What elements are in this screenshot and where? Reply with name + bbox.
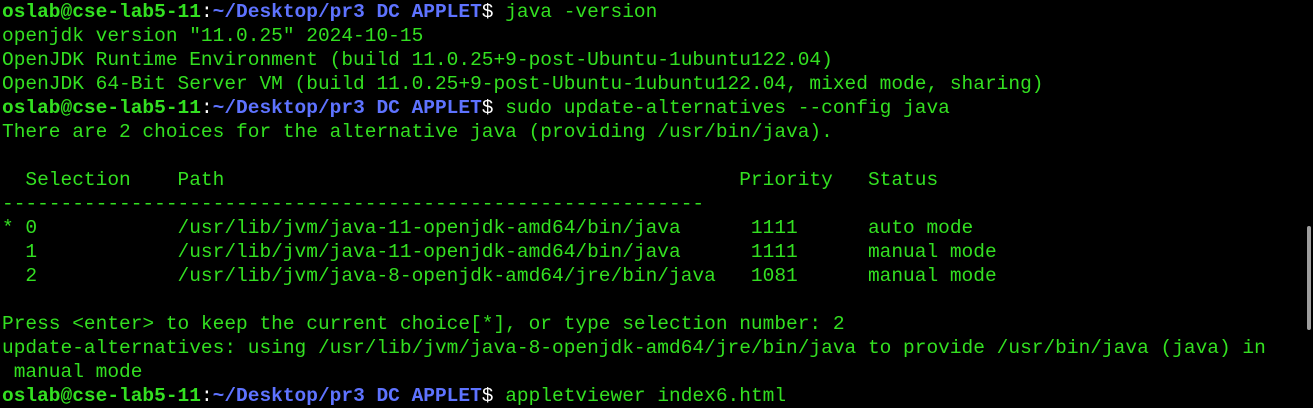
prompt-user-host: oslab@cse-lab5-11: [2, 1, 201, 23]
table-separator: ----------------------------------------…: [2, 193, 705, 215]
table-row: 1 /usr/lib/jvm/java-11-openjdk-amd64/bin…: [2, 241, 997, 263]
prompt-line-1: oslab@cse-lab5-11:~/Desktop/pr3 DC APPLE…: [2, 0, 1313, 24]
scrollbar[interactable]: [1307, 226, 1311, 330]
command-java-version: java -version: [505, 1, 658, 23]
output-line: OpenJDK 64-Bit Server VM (build 11.0.25+…: [2, 73, 1044, 95]
output-line: There are 2 choices for the alternative …: [2, 121, 833, 143]
output-line: OpenJDK Runtime Environment (build 11.0.…: [2, 49, 833, 71]
prompt-line-3: oslab@cse-lab5-11:~/Desktop/pr3 DC APPLE…: [2, 384, 1313, 408]
prompt-colon: :: [200, 385, 213, 407]
prompt-dollar: $: [481, 385, 506, 407]
prompt-path: ~/Desktop/pr3 DC APPLET: [212, 97, 482, 119]
prompt-user-host: oslab@cse-lab5-11: [2, 385, 201, 407]
prompt-path: ~/Desktop/pr3 DC APPLET: [212, 385, 482, 407]
terminal-window[interactable]: oslab@cse-lab5-11:~/Desktop/pr3 DC APPLE…: [0, 0, 1313, 408]
prompt-dollar: $: [481, 97, 506, 119]
output-line: manual mode: [2, 361, 143, 383]
prompt-user-host: oslab@cse-lab5-11: [2, 97, 201, 119]
command-appletviewer: appletviewer index6.html: [505, 385, 787, 407]
output-line: openjdk version "11.0.25" 2024-10-15: [2, 25, 424, 47]
prompt-dollar: $: [481, 1, 506, 23]
table-row: 2 /usr/lib/jvm/java-8-openjdk-amd64/jre/…: [2, 265, 997, 287]
prompt-colon: :: [200, 97, 213, 119]
command-update-alternatives: sudo update-alternatives --config java: [505, 97, 950, 119]
table-header: Selection Path Priority Status: [2, 169, 939, 191]
output-line: Press <enter> to keep the current choice…: [2, 313, 845, 335]
prompt-colon: :: [200, 1, 213, 23]
prompt-path: ~/Desktop/pr3 DC APPLET: [212, 1, 482, 23]
table-row: * 0 /usr/lib/jvm/java-11-openjdk-amd64/b…: [2, 217, 974, 239]
prompt-line-2: oslab@cse-lab5-11:~/Desktop/pr3 DC APPLE…: [2, 96, 1313, 120]
output-line: update-alternatives: using /usr/lib/jvm/…: [2, 337, 1266, 359]
